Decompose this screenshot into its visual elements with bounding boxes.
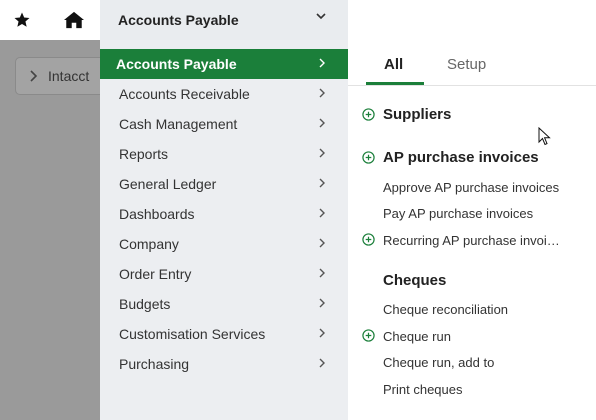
section-ap-purchase-invoices[interactable]: AP purchase invoices	[383, 149, 539, 166]
chevron-right-icon	[319, 208, 325, 218]
menu-item-order-entry[interactable]: Order Entry	[100, 259, 348, 289]
chevron-right-icon	[319, 58, 325, 68]
menu-item-general-ledger[interactable]: General Ledger	[100, 169, 348, 199]
mouse-cursor-icon	[538, 127, 551, 146]
chevron-right-icon	[319, 298, 325, 308]
menu-item-label: Cash Management	[119, 116, 238, 132]
module-menu: Accounts Payable Accounts Receivable Cas…	[100, 40, 348, 420]
menu-item-cash-management[interactable]: Cash Management	[100, 109, 348, 139]
link-cheque-run-add-to[interactable]: Cheque run, add to	[383, 355, 494, 370]
menu-item-label: Order Entry	[119, 266, 192, 282]
link-print-cheques[interactable]: Print cheques	[383, 382, 463, 397]
menu-item-label: Reports	[119, 146, 169, 162]
menu-item-accounts-payable[interactable]: Accounts Payable	[100, 49, 348, 79]
menu-item-label: Purchasing	[119, 356, 190, 372]
submenu-panel: All Setup Suppliers AP purchase invoices…	[348, 40, 596, 420]
active-tab-indicator	[366, 82, 424, 85]
menu-item-label: Company	[119, 236, 179, 252]
add-circle-icon[interactable]	[362, 233, 375, 246]
menu-item-company[interactable]: Company	[100, 229, 348, 259]
menu-item-label: Customisation Services	[119, 326, 266, 342]
background-overlay	[0, 40, 100, 420]
chevron-right-icon	[319, 178, 325, 188]
menu-item-label: General Ledger	[119, 176, 217, 192]
menu-item-dashboards[interactable]: Dashboards	[100, 199, 348, 229]
menu-item-customisation-services[interactable]: Customisation Services	[100, 319, 348, 349]
chevron-right-icon	[319, 238, 325, 248]
home-button[interactable]	[52, 0, 96, 40]
link-approve-ap-purchase-invoices[interactable]: Approve AP purchase invoices	[383, 180, 559, 195]
module-selector[interactable]: Accounts Payable	[100, 0, 348, 40]
chevron-right-icon	[30, 70, 38, 82]
menu-item-label: Accounts Payable	[116, 56, 237, 72]
tab-all[interactable]: All	[384, 56, 403, 73]
module-selected-label: Accounts Payable	[118, 12, 239, 28]
star-icon	[14, 12, 30, 27]
section-cheques: Cheques	[383, 272, 447, 289]
chevron-right-icon	[319, 148, 325, 158]
add-circle-icon[interactable]	[362, 151, 375, 164]
menu-item-label: Dashboards	[119, 206, 195, 222]
home-icon	[64, 11, 84, 29]
chevron-right-icon	[319, 328, 325, 338]
menu-item-purchasing[interactable]: Purchasing	[100, 349, 348, 379]
menu-item-label: Budgets	[119, 296, 171, 312]
menu-item-accounts-receivable[interactable]: Accounts Receivable	[100, 79, 348, 109]
menu-item-reports[interactable]: Reports	[100, 139, 348, 169]
link-cheque-reconciliation[interactable]: Cheque reconciliation	[383, 302, 508, 317]
link-recurring-ap-purchase-invoices[interactable]: Recurring AP purchase invoi…	[383, 233, 560, 248]
favorites-button[interactable]	[0, 0, 44, 40]
chevron-right-icon	[319, 118, 325, 128]
chevron-down-icon	[316, 13, 326, 20]
tab-setup[interactable]: Setup	[447, 56, 486, 73]
add-circle-icon[interactable]	[362, 108, 375, 121]
breadcrumb-label: Intacct	[48, 68, 90, 84]
menu-item-label: Accounts Receivable	[119, 86, 250, 102]
section-suppliers[interactable]: Suppliers	[383, 106, 451, 123]
tab-divider	[348, 85, 596, 86]
link-pay-ap-purchase-invoices[interactable]: Pay AP purchase invoices	[383, 206, 533, 221]
chevron-right-icon	[319, 268, 325, 278]
add-circle-icon[interactable]	[362, 329, 375, 342]
menu-item-budgets[interactable]: Budgets	[100, 289, 348, 319]
chevron-right-icon	[319, 88, 325, 98]
link-cheque-run[interactable]: Cheque run	[383, 329, 451, 344]
chevron-right-icon	[319, 358, 325, 368]
top-bar: Accounts Payable	[0, 0, 596, 40]
